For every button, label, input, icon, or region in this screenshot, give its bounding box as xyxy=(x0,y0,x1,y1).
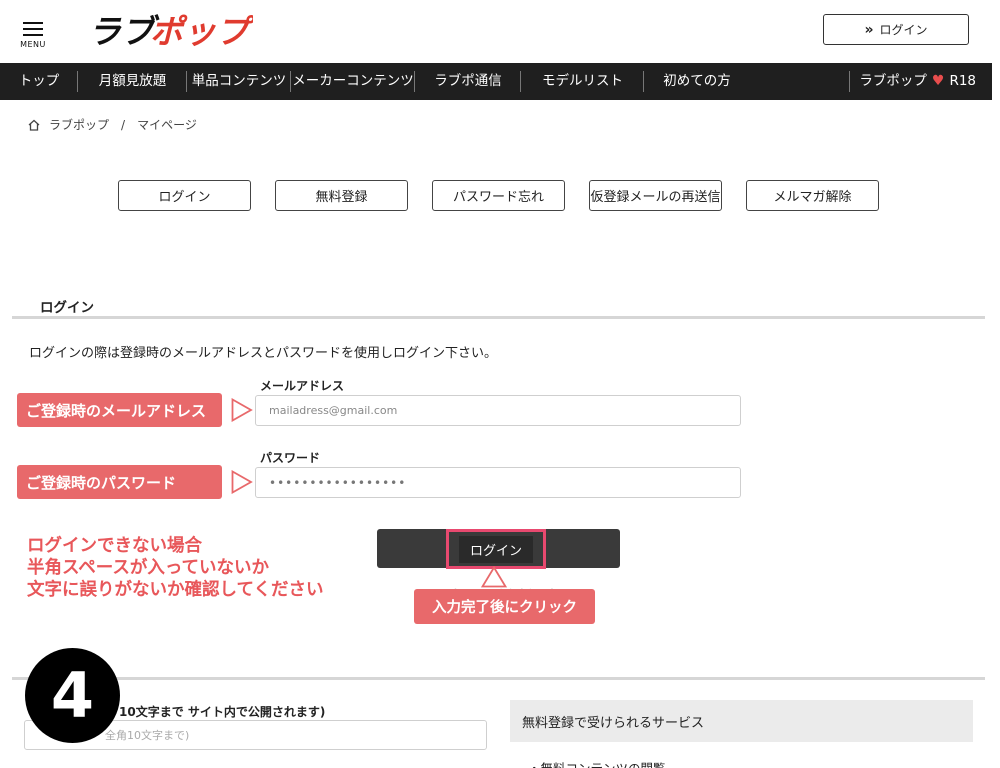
nav-item-models[interactable]: モデルリスト xyxy=(521,63,644,100)
page: MENU ラブ ポップ » ログイン トップ 月額見放題 単品コンテンツ メーカ… xyxy=(0,0,1000,768)
nav-item-r18[interactable]: ラブポップ ♥ R18 xyxy=(859,63,976,100)
hamburger-menu-button[interactable]: MENU xyxy=(18,22,48,49)
triangle-right-icon xyxy=(231,398,253,422)
password-label: パスワード xyxy=(260,451,321,465)
nav-item-maker[interactable]: メーカーコンテンツ xyxy=(291,63,415,100)
section-divider xyxy=(12,677,985,680)
home-icon xyxy=(28,119,40,131)
tab-login[interactable]: ログイン xyxy=(118,180,251,211)
nav-item-monthly[interactable]: 月額見放題 xyxy=(78,63,187,100)
site-logo[interactable]: ラブ ポップ xyxy=(88,10,253,50)
troubleshoot-note-line-3: 文字に誤りがないか確認してください xyxy=(27,580,324,600)
nav-divider xyxy=(849,71,850,92)
triangle-right-icon xyxy=(231,470,253,494)
login-intro-text: ログインの際は登録時のメールアドレスとパスワードを使用しログイン下さい。 xyxy=(29,346,498,361)
click-note: 入力完了後にクリック xyxy=(414,589,595,624)
step-number-badge: 4 xyxy=(25,648,120,743)
service-box-title: 無料登録で受けられるサービス xyxy=(510,700,973,742)
breadcrumb-separator: / xyxy=(121,117,126,132)
nav-item-single[interactable]: 単品コンテンツ xyxy=(187,63,291,100)
troubleshoot-note-line-1: ログインできない場合 xyxy=(27,536,202,556)
email-callout: ご登録時のメールアドレス xyxy=(17,393,222,427)
login-submit-label: ログイン xyxy=(458,535,533,563)
tab-free-register[interactable]: 無料登録 xyxy=(275,180,408,211)
nav-r18-label: R18 xyxy=(949,73,976,89)
email-label: メールアドレス xyxy=(260,379,345,393)
site-header: MENU ラブ ポップ » ログイン xyxy=(0,0,1000,62)
nav-item-news[interactable]: ラブポ通信 xyxy=(415,63,521,100)
login-submit-highlight[interactable]: ログイン xyxy=(446,529,546,569)
section-divider xyxy=(12,316,985,319)
logo-text-pop: ポップ xyxy=(150,12,253,50)
main-nav: トップ 月額見放題 単品コンテンツ メーカーコンテンツ ラブポ通信 モデルリスト… xyxy=(0,63,992,100)
troubleshoot-note: ログインできない場合 半角スペースが入っていないか 文字に誤りがないか確認してく… xyxy=(27,535,323,601)
header-login-button[interactable]: » ログイン xyxy=(823,14,969,45)
nav-item-beginners[interactable]: 初めての方 xyxy=(644,63,750,100)
menu-icon xyxy=(18,22,48,36)
troubleshoot-note-line-2: 半角スペースが入っていないか xyxy=(27,558,270,578)
login-section-title: ログイン xyxy=(40,300,94,316)
tab-unsubscribe[interactable]: メルマガ解除 xyxy=(746,180,879,211)
triangle-up-icon xyxy=(481,566,507,588)
nav-r18-brand: ラブポップ xyxy=(859,73,927,89)
nickname-label: 10文字まで サイト内で公開されます) xyxy=(119,705,326,719)
tab-resend-mail[interactable]: 仮登録メールの再送信 xyxy=(589,180,722,211)
menu-label: MENU xyxy=(20,40,46,49)
breadcrumb-current: マイページ xyxy=(137,118,197,132)
header-login-label: ログイン xyxy=(879,23,928,37)
email-field[interactable]: mailadress@gmail.com xyxy=(255,395,741,426)
breadcrumb-home[interactable]: ラブポップ xyxy=(49,116,109,133)
nav-item-top[interactable]: トップ xyxy=(0,63,78,100)
double-chevron-right-icon: » xyxy=(864,21,873,38)
breadcrumb: ラブポップ / マイページ xyxy=(27,116,197,133)
password-field[interactable]: ••••••••••••••••• xyxy=(255,467,741,498)
tab-forgot-password[interactable]: パスワード忘れ xyxy=(432,180,565,211)
service-item: ・無料コンテンツの閲覧 xyxy=(528,758,666,768)
password-callout: ご登録時のパスワード xyxy=(17,465,222,499)
heart-icon: ♥ xyxy=(931,73,945,89)
